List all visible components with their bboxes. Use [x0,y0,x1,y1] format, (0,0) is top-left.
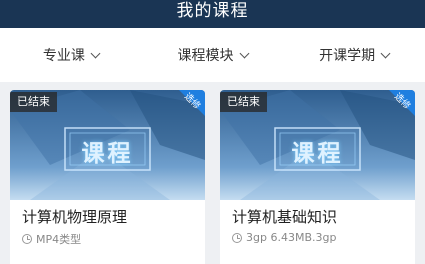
course-meta: 3gp 6.43MB.3gp [232,231,336,244]
clock-icon [232,232,242,243]
course-cover-image: 已结束 选修 课程 [220,90,415,200]
course-card[interactable]: 已结束 选修 课程 计算机物理原理 MP4类型 [10,90,205,264]
filter-label: 课程模块 [177,48,234,64]
filter-label: 专业课 [42,48,85,64]
chevron-down-icon [90,48,101,58]
course-title: 计算机基础知识 [232,208,338,226]
filter-label: 开课学期 [319,48,376,64]
chevron-down-icon [380,48,391,58]
clock-icon [22,234,32,244]
cover-title: 课程 [291,141,344,167]
filter-semester[interactable]: 开课学期 [283,45,425,65]
chevron-down-icon [239,48,249,58]
status-badge: 已结束 [220,92,267,112]
page-title: 我的课程 [176,1,249,21]
course-card[interactable]: 已结束 选修 课程 计算机基础知识 3gp 6.43MB.3gp [220,90,415,264]
course-meta: MP4类型 [22,231,81,247]
filter-bar: 专业课 课程模块 开课学期 [0,28,425,82]
filter-major-course[interactable]: 专业课 [0,45,142,65]
course-title: 计算机物理原理 [22,208,128,226]
course-cover-image: 已结束 选修 课程 [10,90,205,200]
course-meta-text: MP4类型 [36,233,82,246]
cover-title: 课程 [81,141,134,167]
status-badge: 已结束 [10,92,57,112]
filter-course-module[interactable]: 课程模块 [142,45,284,65]
app-header: 我的课程 [0,0,425,28]
course-meta-text: 3gp 6.43MB.3gp [246,231,337,244]
